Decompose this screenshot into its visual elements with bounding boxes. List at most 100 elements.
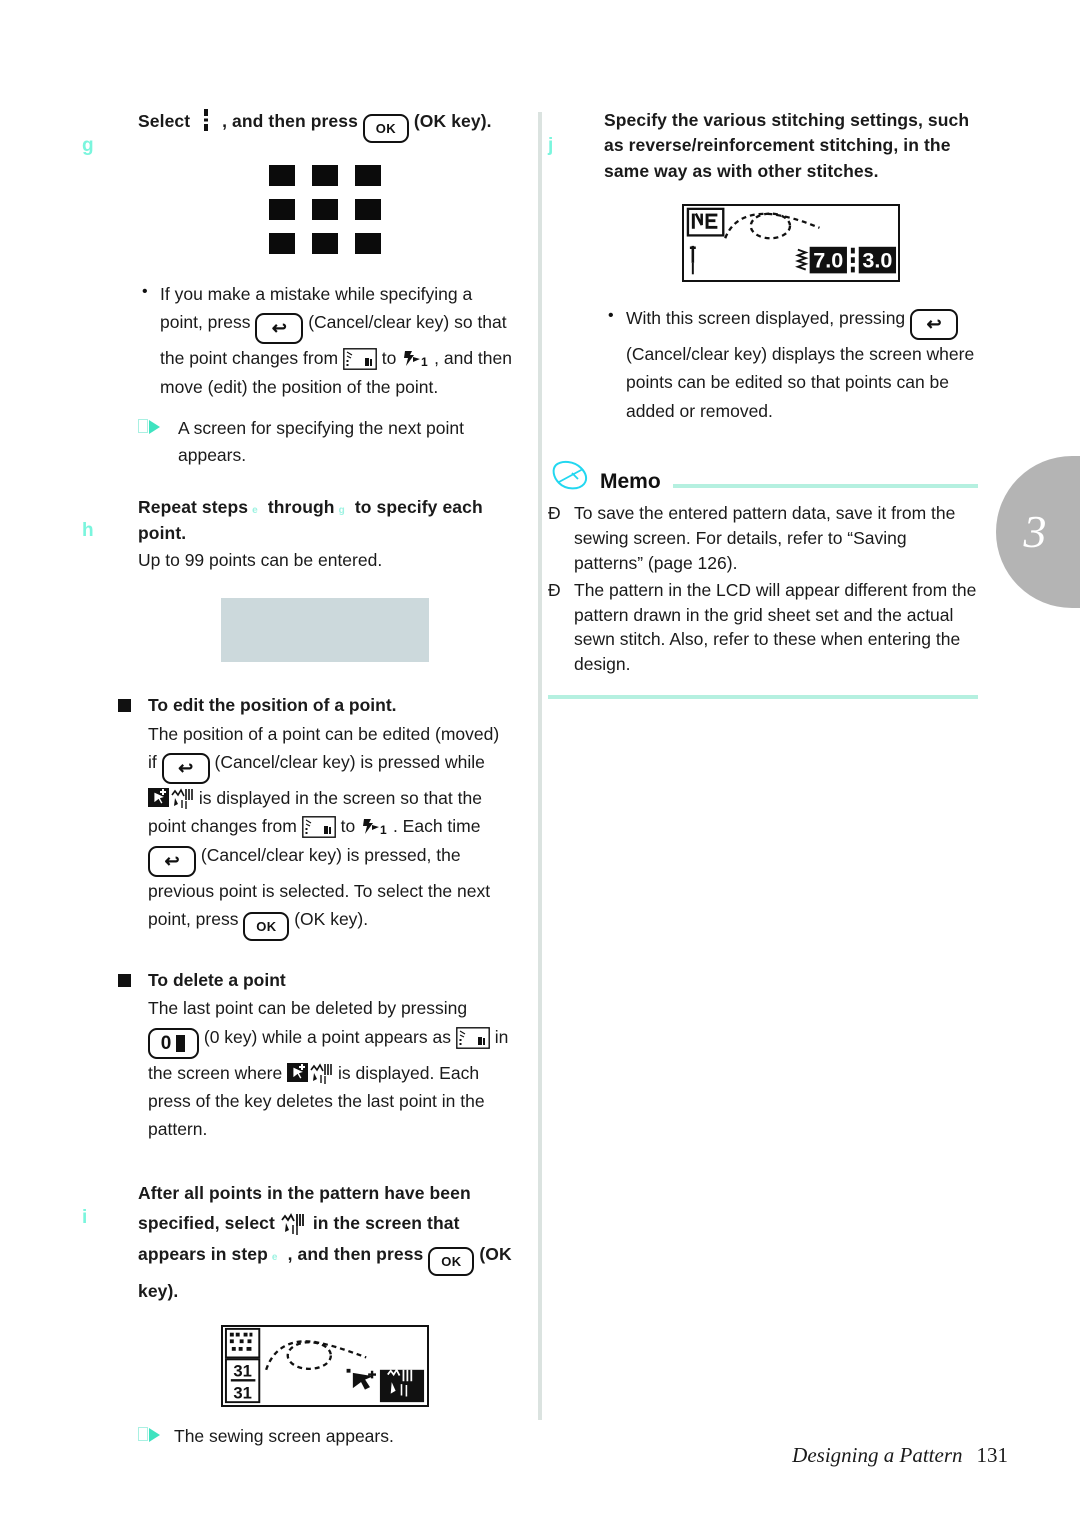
step-g-result-note: A screen for specifying the next point a… <box>138 415 512 469</box>
point-set-icon <box>343 348 377 371</box>
bullet-text-c: to <box>381 348 397 369</box>
section-edit-point: To edit the position of a point. The pos… <box>118 692 512 941</box>
svg-text:1: 1 <box>380 823 387 837</box>
bullet-text-a: With this screen displayed, pressing <box>626 308 906 329</box>
image-placeholder <box>221 598 429 663</box>
section-delete-point: To delete a point The last point can be … <box>118 967 512 1144</box>
page-footer: Designing a Pattern 131 <box>0 1443 1080 1468</box>
step-h-body: Up to 99 points can be entered. <box>138 550 383 571</box>
step-i-title-c: , and then press <box>287 1243 424 1264</box>
point-set-icon <box>301 816 336 839</box>
step-ref-e: e <box>271 1251 278 1263</box>
grid-cell <box>312 233 338 254</box>
cancel-clear-key-icon[interactable]: ↩ <box>161 752 210 784</box>
step-j-title: Specify the various stitching settings, … <box>604 110 970 181</box>
list-item: With this screen displayed, pressing ↩ (… <box>604 303 978 425</box>
memo-item-text: The pattern in the LCD will appear diffe… <box>574 579 977 675</box>
step-g: g Select , and then press OK (OK key). •… <box>82 108 512 469</box>
point-set-icon <box>455 1026 490 1049</box>
chapter-tab: 3 <box>996 456 1080 608</box>
lcd-length-value: 3.0 <box>862 250 892 273</box>
grid-cell <box>269 199 295 220</box>
step-ref-g: g <box>338 505 345 517</box>
memo-title: Memo <box>600 470 661 494</box>
edit-point-body: The position of a point can be edited (m… <box>118 720 512 941</box>
cancel-clear-key-icon[interactable]: ↩ <box>910 309 959 341</box>
step-g-title: Select , and then press OK (OK key). <box>138 108 512 143</box>
chapter-number: 3 <box>1023 506 1047 557</box>
pattern-cursor-icon <box>287 1061 333 1087</box>
edit-text-g: (OK key). <box>294 909 369 929</box>
grid-illustration <box>260 165 390 254</box>
edit-point-heading: To edit the position of a point. <box>118 692 512 718</box>
memo-rule <box>672 484 978 489</box>
memo-items: Ð To save the entered pattern data, save… <box>548 501 978 677</box>
memo-bell-icon <box>548 459 594 493</box>
result-arrow-icon <box>138 415 160 441</box>
point-move-icon: 1 <box>401 348 429 370</box>
point-move-icon: 1 <box>360 816 388 838</box>
edit-text-b: (Cancel/clear key) is pressed while <box>214 751 485 772</box>
ok-key-icon[interactable]: OK <box>243 912 290 941</box>
memo-header: Memo <box>548 459 978 493</box>
delete-point-body: The last point can be deleted by pressin… <box>118 994 512 1143</box>
step-marker-h: h <box>82 520 94 542</box>
svg-text:1: 1 <box>421 355 428 369</box>
step-j: j Specify the various stitching settings… <box>548 108 978 425</box>
memo-bottom-rule <box>548 695 978 700</box>
grid-cell <box>355 165 381 186</box>
step-h-title-b: through <box>267 497 335 518</box>
step-marker-i: i <box>82 1206 88 1228</box>
edit-text-d: to <box>340 816 356 837</box>
zero-key-icon[interactable]: 0 <box>148 1027 199 1059</box>
svg-text:31: 31 <box>233 1362 252 1380</box>
footer-title: Designing a Pattern <box>792 1443 963 1467</box>
delete-point-heading: To delete a point <box>118 967 512 993</box>
grid-cell <box>355 233 381 254</box>
manual-page: 3 g Select , and then press OK (OK key).… <box>0 0 1080 1526</box>
step-g-title-c: (OK key). <box>413 111 492 131</box>
step-j-bullets: With this screen displayed, pressing ↩ (… <box>604 303 978 425</box>
bullet-text-b: (Cancel/clear key) displays the screen w… <box>626 344 975 421</box>
memo-bullet-glyph: Ð <box>548 503 561 524</box>
list-item: Ð To save the entered pattern data, save… <box>548 501 978 576</box>
step-ref-e: e <box>252 505 258 517</box>
grid-cell <box>312 165 338 186</box>
lcd-sewing-screen: 31 31 <box>221 1324 429 1407</box>
step-h: h Repeat steps e through g to specify each p… <box>82 495 512 663</box>
step-g-title-b: , and then press <box>222 111 358 131</box>
stitch-finish-icon <box>280 1211 308 1237</box>
svg-text:31: 31 <box>233 1384 252 1402</box>
result-note-text: A screen for specifying the next point a… <box>178 418 464 466</box>
cancel-clear-key-icon[interactable]: ↩ <box>255 313 304 345</box>
column-divider <box>538 112 542 1420</box>
step-h-title-a: Repeat steps <box>138 497 249 518</box>
left-column: g Select , and then press OK (OK key). •… <box>82 108 512 1450</box>
edit-text-e: . Each time <box>392 816 481 837</box>
memo-block: Memo Ð To save the entered pattern data,… <box>548 459 978 700</box>
ok-key-icon[interactable]: OK <box>362 114 409 143</box>
memo-item-text: To save the entered pattern data, save i… <box>574 503 956 573</box>
ok-key-icon[interactable]: OK <box>428 1246 475 1276</box>
memo-bullet-glyph: Ð <box>548 579 561 600</box>
lcd-width-value: 7.0 <box>813 250 843 273</box>
step-marker-j: j <box>548 135 554 156</box>
right-column: j Specify the various stitching settings… <box>548 108 978 700</box>
list-item: If you make a mistake while specifying a… <box>138 279 512 401</box>
footer-page-number: 131 <box>976 1443 1009 1467</box>
delete-text-a: The last point can be deleted by pressin… <box>148 998 468 1019</box>
list-item: Ð The pattern in the LCD will appear dif… <box>548 578 978 677</box>
grid-cell <box>269 165 295 186</box>
step-marker-g: g <box>82 135 94 156</box>
step-i: i After all points in the pattern have b… <box>82 1178 512 1450</box>
grid-cell <box>312 199 338 220</box>
grid-cell <box>355 199 381 220</box>
step-g-title-a: Select <box>138 111 191 131</box>
step-g-bullets: If you make a mistake while specifying a… <box>138 279 512 401</box>
lcd-settings-screen: 7.0 3.0 <box>682 204 900 283</box>
step-h-title: Repeat steps e through g to specify each poi… <box>138 495 512 546</box>
delete-text-b: (0 key) while a point appears as <box>203 1026 451 1047</box>
cancel-clear-key-icon[interactable]: ↩ <box>148 845 196 877</box>
pattern-cursor-icon <box>148 786 194 812</box>
step-i-title: After all points in the pattern have bee… <box>138 1178 512 1307</box>
